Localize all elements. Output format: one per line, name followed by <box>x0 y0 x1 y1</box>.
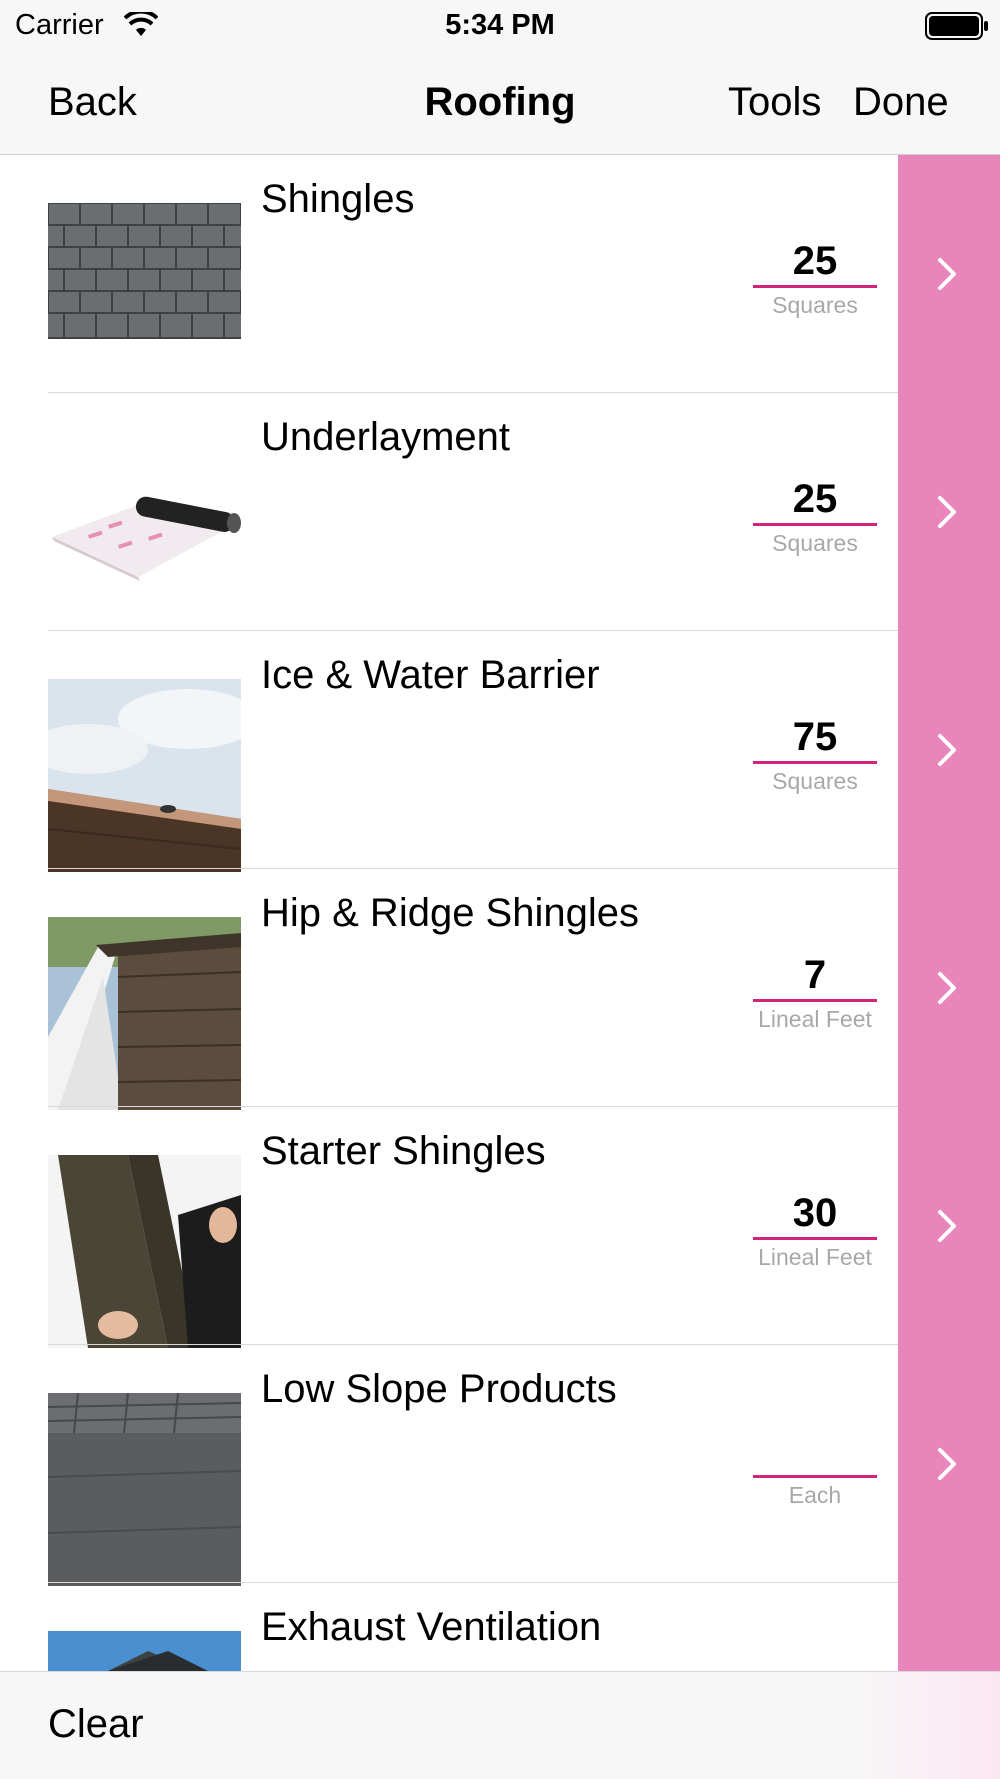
chevron-right-icon <box>934 968 962 1013</box>
starter-shingles-thumbnail <box>48 1155 241 1348</box>
row-detail-button[interactable] <box>898 155 1000 393</box>
quantity-value[interactable]: 30 <box>750 1189 880 1237</box>
chevron-right-icon <box>934 1206 962 1251</box>
chevron-right-icon <box>934 1444 962 1489</box>
quantity-underline <box>753 999 877 1002</box>
quantity-field[interactable]: 25 Squares <box>750 237 880 319</box>
row-detail-button[interactable] <box>898 869 1000 1107</box>
item-title: Underlayment <box>261 415 511 459</box>
quantity-underline <box>753 1475 877 1478</box>
page-title: Roofing <box>424 80 576 124</box>
exhaust-ventilation-thumbnail <box>48 1631 241 1671</box>
navigation-bar: Back Roofing Tools Done <box>0 52 1000 155</box>
item-title: Hip & Ridge Shingles <box>261 891 639 935</box>
quantity-value[interactable]: 75 <box>750 713 880 761</box>
item-title: Ice & Water Barrier <box>261 653 600 697</box>
low-slope-products-thumbnail <box>48 1393 241 1586</box>
list-item[interactable]: Exhaust Ventilation 50 <box>0 1583 1000 1671</box>
underlayment-thumbnail <box>48 441 241 634</box>
done-button[interactable]: Done <box>853 80 949 125</box>
chevron-right-icon <box>934 254 962 299</box>
status-bar: Carrier 5:34 PM <box>0 0 1000 52</box>
item-title: Shingles <box>261 177 415 221</box>
quantity-unit: Each <box>788 1482 842 1508</box>
battery-icon <box>925 12 989 45</box>
quantity-field[interactable]: 30 Lineal Feet <box>750 1189 880 1271</box>
quantity-field[interactable]: 25 Squares <box>750 475 880 557</box>
list-item[interactable]: Hip & Ridge Shingles 7 Lineal Feet <box>0 869 1000 1110</box>
quantity-field[interactable]: 7 Lineal Feet <box>750 951 880 1033</box>
clear-button[interactable]: Clear <box>48 1702 144 1747</box>
list-item[interactable]: Underlayment 25 Squares <box>0 393 1000 634</box>
row-detail-button[interactable] <box>898 1583 1000 1671</box>
row-detail-button[interactable] <box>898 1345 1000 1583</box>
item-title: Exhaust Ventilation <box>261 1605 602 1649</box>
list-item[interactable]: Ice & Water Barrier 75 Squares <box>0 631 1000 872</box>
list-item[interactable]: Low Slope Products Each <box>0 1345 1000 1586</box>
quantity-value[interactable] <box>750 1427 880 1475</box>
quantity-underline <box>753 1237 877 1240</box>
bottom-toolbar: Clear <box>0 1671 1000 1779</box>
quantity-field[interactable]: Each <box>750 1427 880 1509</box>
row-detail-button[interactable] <box>898 1107 1000 1345</box>
quantity-value[interactable]: 7 <box>750 951 880 999</box>
quantity-underline <box>753 523 877 526</box>
quantity-underline <box>753 285 877 288</box>
item-title: Low Slope Products <box>261 1367 617 1411</box>
list-item[interactable]: Shingles 25 Squares <box>0 155 1000 396</box>
status-time: 5:34 PM <box>445 9 555 41</box>
list-item[interactable]: Starter Shingles 30 Lineal Feet <box>0 1107 1000 1348</box>
chevron-right-icon <box>934 730 962 775</box>
quantity-unit: Lineal Feet <box>758 1244 872 1270</box>
hip-ridge-shingles-thumbnail <box>48 917 241 1110</box>
quantity-unit: Squares <box>772 768 858 794</box>
tools-button[interactable]: Tools <box>728 80 821 125</box>
quantity-unit: Squares <box>772 530 858 556</box>
chevron-right-icon <box>934 492 962 537</box>
quantity-value[interactable]: 25 <box>750 237 880 285</box>
quantity-unit: Squares <box>772 292 858 318</box>
quantity-value[interactable]: 25 <box>750 475 880 523</box>
item-title: Starter Shingles <box>261 1129 546 1173</box>
product-list[interactable]: Shingles 25 Squares Underlayment 25 Squa… <box>0 155 1000 1671</box>
row-detail-button[interactable] <box>898 631 1000 869</box>
quantity-underline <box>753 761 877 764</box>
quantity-unit: Lineal Feet <box>758 1006 872 1032</box>
row-detail-button[interactable] <box>898 393 1000 631</box>
shingles-thumbnail <box>48 203 241 396</box>
quantity-field[interactable]: 75 Squares <box>750 713 880 795</box>
ice-water-barrier-thumbnail <box>48 679 241 872</box>
